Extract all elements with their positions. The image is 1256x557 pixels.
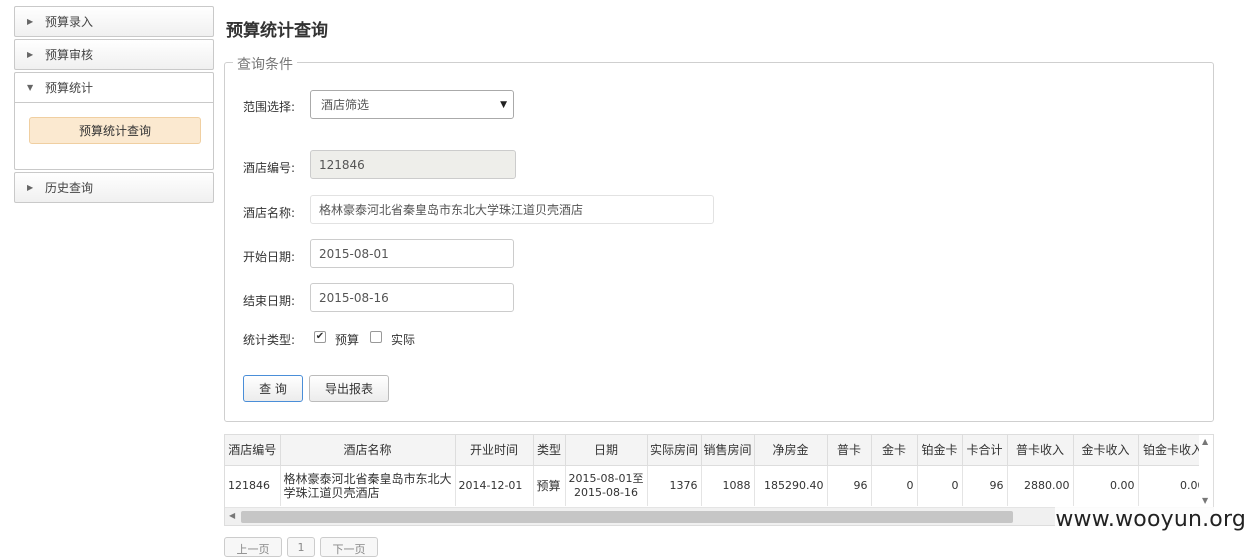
- table-header-row: 酒店编号 酒店名称 开业时间 类型 日期 实际房间 销售房间 净房金 普卡 金卡…: [225, 435, 1209, 466]
- sidebar: ▶ 预算录入 ▶ 预算审核 ▼ 预算统计 预算统计查询 ▶ 历史查询: [14, 6, 214, 205]
- export-report-button[interactable]: 导出报表: [309, 375, 389, 402]
- sidebar-submenu: 预算统计查询: [14, 103, 214, 170]
- budget-checkbox[interactable]: ✔: [314, 331, 326, 343]
- column-header[interactable]: 酒店编号: [225, 435, 281, 466]
- sidebar-item-label: 预算录入: [45, 15, 94, 29]
- table-cell: 2014-12-01: [455, 465, 534, 506]
- stat-type-label: 统计类型:: [243, 333, 296, 347]
- sidebar-item-history[interactable]: ▶ 历史查询: [14, 172, 214, 203]
- query-button[interactable]: 查 询: [243, 375, 303, 402]
- sidebar-subitem-budget-stats-query[interactable]: 预算统计查询: [29, 117, 201, 144]
- vertical-scrollbar[interactable]: ▲ ▼: [1199, 435, 1213, 507]
- start-date-input[interactable]: 2015-08-01: [310, 239, 514, 268]
- page-number-button[interactable]: 1: [287, 537, 315, 557]
- caret-right-icon: ▶: [27, 183, 34, 192]
- column-header[interactable]: 酒店名称: [280, 435, 456, 466]
- sidebar-item-budget-review[interactable]: ▶ 预算审核: [14, 39, 214, 70]
- sidebar-item-label: 预算审核: [45, 48, 94, 62]
- table-cell: 2015-08-01至2015-08-16: [565, 465, 648, 506]
- column-header[interactable]: 铂金卡收入: [1138, 435, 1209, 466]
- column-header[interactable]: 开业时间: [455, 435, 534, 466]
- scope-select[interactable]: 酒店筛选 ▼: [310, 90, 514, 119]
- start-date-value: 2015-08-01: [319, 246, 389, 261]
- table-cell: 2880.00: [1007, 465, 1074, 506]
- table-cell: 1088: [701, 465, 755, 506]
- column-header[interactable]: 普卡收入: [1007, 435, 1074, 466]
- column-header[interactable]: 净房金: [754, 435, 828, 466]
- actual-checkbox-label: 实际: [391, 333, 416, 347]
- sidebar-item-budget-stats[interactable]: ▼ 预算统计: [14, 72, 214, 103]
- scope-select-value: 酒店筛选: [321, 98, 370, 112]
- next-page-button[interactable]: 下一页: [320, 537, 378, 557]
- scroll-down-icon[interactable]: ▼: [1202, 496, 1208, 505]
- column-header[interactable]: 金卡: [871, 435, 918, 466]
- hotel-code-label: 酒店编号:: [243, 161, 296, 175]
- budget-checkbox-label: 预算: [335, 333, 360, 347]
- column-header[interactable]: 日期: [565, 435, 648, 466]
- table-cell: 185290.40: [754, 465, 828, 506]
- end-date-label: 结束日期:: [243, 294, 296, 308]
- scope-label: 范围选择:: [243, 100, 296, 114]
- column-header[interactable]: 卡合计: [962, 435, 1008, 466]
- table-cell: 0: [871, 465, 918, 506]
- hotel-name-input[interactable]: 格林豪泰河北省秦皇岛市东北大学珠江道贝壳酒店: [310, 195, 714, 224]
- caret-down-icon: ▼: [27, 83, 34, 92]
- table-cell: 预算: [533, 465, 566, 506]
- scroll-up-icon[interactable]: ▲: [1202, 437, 1208, 446]
- actual-checkbox[interactable]: [370, 331, 382, 343]
- caret-right-icon: ▶: [27, 50, 34, 59]
- dropdown-arrow-icon: ▼: [500, 99, 507, 110]
- table-cell: 格林豪泰河北省秦皇岛市东北大学珠江道贝壳酒店: [280, 465, 456, 506]
- sidebar-item-label: 预算统计: [45, 81, 94, 95]
- start-date-label: 开始日期:: [243, 250, 296, 264]
- query-conditions-fieldset: 查询条件 范围选择: 酒店筛选 ▼ 酒店编号: 121846 酒店名称: 格林豪…: [224, 54, 1214, 422]
- sidebar-item-label: 历史查询: [45, 181, 94, 195]
- hotel-code-value: 121846: [319, 157, 365, 172]
- column-header[interactable]: 销售房间: [701, 435, 755, 466]
- scrollbar-thumb[interactable]: [241, 511, 1013, 523]
- column-header[interactable]: 实际房间: [647, 435, 702, 466]
- end-date-value: 2015-08-16: [319, 290, 389, 305]
- end-date-input[interactable]: 2015-08-16: [310, 283, 514, 312]
- prev-page-button[interactable]: 上一页: [224, 537, 282, 557]
- column-header[interactable]: 金卡收入: [1073, 435, 1139, 466]
- fieldset-legend: 查询条件: [233, 54, 297, 74]
- table-cell: 121846: [225, 465, 281, 506]
- page-title: 预算统计查询: [226, 21, 328, 41]
- results-table: 酒店编号 酒店名称 开业时间 类型 日期 实际房间 销售房间 净房金 普卡 金卡…: [225, 435, 1209, 506]
- watermark: www.wooyun.org: [1055, 507, 1246, 532]
- table-cell: 0.00: [1073, 465, 1139, 506]
- table-cell: 1376: [647, 465, 702, 506]
- hotel-name-value: 格林豪泰河北省秦皇岛市东北大学珠江道贝壳酒店: [319, 203, 584, 217]
- hotel-code-input[interactable]: 121846: [310, 150, 516, 179]
- column-header[interactable]: 普卡: [827, 435, 872, 466]
- table-row[interactable]: 121846 格林豪泰河北省秦皇岛市东北大学珠江道贝壳酒店 2014-12-01…: [225, 465, 1209, 506]
- caret-right-icon: ▶: [27, 17, 34, 26]
- sidebar-item-budget-entry[interactable]: ▶ 预算录入: [14, 6, 214, 37]
- column-header[interactable]: 类型: [533, 435, 566, 466]
- hotel-name-label: 酒店名称:: [243, 206, 296, 220]
- table-cell: 0.00: [1138, 465, 1209, 506]
- table-cell: 96: [827, 465, 872, 506]
- table-cell: 0: [917, 465, 963, 506]
- table-cell: 96: [962, 465, 1008, 506]
- column-header[interactable]: 铂金卡: [917, 435, 963, 466]
- scroll-left-icon[interactable]: ◀: [229, 511, 235, 520]
